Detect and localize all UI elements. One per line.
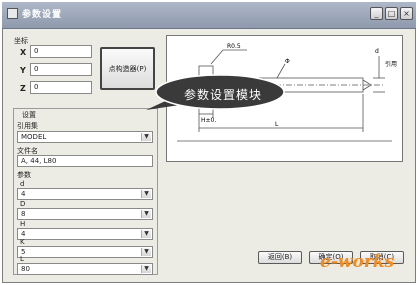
param-L-select[interactable]: 80 ▼ — [17, 263, 153, 275]
maximize-button[interactable]: □ — [385, 7, 398, 20]
reference-set-label: 引用集 — [17, 122, 38, 130]
chevron-down-icon[interactable]: ▼ — [141, 210, 151, 218]
param-d-select[interactable]: 4 ▼ — [17, 188, 153, 200]
param-D-label: D — [20, 200, 26, 208]
app-icon — [7, 8, 18, 19]
param-K-select[interactable]: 5 ▼ — [17, 246, 153, 258]
file-name-input[interactable]: A, 44, L80 — [17, 155, 153, 167]
coord-z-input[interactable]: 0 — [30, 81, 92, 94]
param-H-label: H — [20, 220, 26, 228]
chevron-down-icon[interactable]: ▼ — [141, 248, 151, 256]
param-L-label: L — [20, 255, 24, 263]
chevron-down-icon[interactable]: ▼ — [141, 133, 151, 141]
label-diameter: Φ — [285, 58, 290, 65]
back-button[interactable]: 返回(B) — [258, 251, 302, 264]
param-H-select[interactable]: 4 ▼ — [17, 228, 153, 240]
label-d: d — [375, 48, 379, 55]
chevron-down-icon[interactable]: ▼ — [141, 230, 151, 238]
coord-x-input[interactable]: 0 — [30, 45, 92, 58]
coord-z-label: Z — [20, 84, 26, 93]
label-r05: R0.5 — [227, 43, 241, 50]
param-H-value: 4 — [21, 230, 26, 238]
coord-x-label: X — [20, 48, 27, 57]
window-title: 参数设置 — [22, 10, 63, 20]
chevron-down-icon[interactable]: ▼ — [141, 265, 151, 273]
label-l: L — [275, 121, 279, 128]
reference-set-value: MODEL — [21, 133, 47, 141]
callout-text: 参数设置模块 — [184, 88, 263, 102]
param-d-label: d — [20, 180, 25, 188]
param-K-label: K — [20, 238, 25, 246]
params-label: 参数 — [17, 171, 31, 179]
coords-group-label: 坐标 — [14, 37, 28, 45]
coord-y-input[interactable]: 0 — [30, 63, 92, 76]
coord-y-label: Y — [20, 66, 26, 75]
reference-set-select[interactable]: MODEL ▼ — [17, 131, 153, 143]
param-d-value: 4 — [21, 190, 26, 198]
close-button[interactable]: × — [400, 7, 413, 20]
param-L-value: 80 — [21, 265, 30, 273]
chevron-down-icon[interactable]: ▼ — [141, 190, 151, 198]
param-D-value: 8 — [21, 210, 26, 218]
minimize-button[interactable]: _ — [370, 7, 383, 20]
param-D-select[interactable]: 8 ▼ — [17, 208, 153, 220]
watermark-logo: e-works — [320, 252, 395, 272]
title-bar[interactable] — [2, 2, 416, 29]
label-note: 引用 — [385, 60, 397, 68]
settings-group-label: 设置 — [22, 111, 36, 119]
